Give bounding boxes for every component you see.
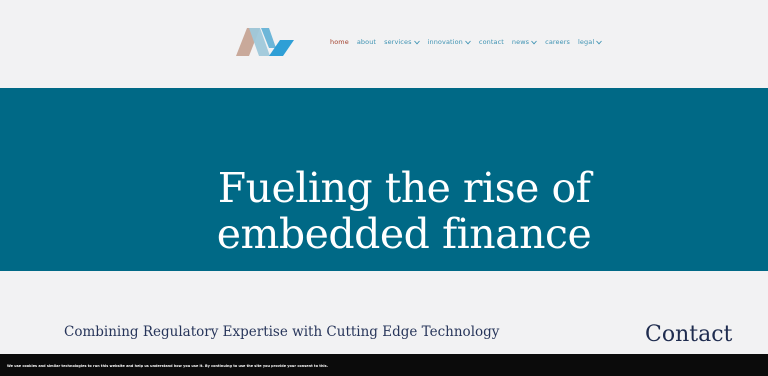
nav-item-careers[interactable]: careers	[545, 38, 570, 46]
nav-item-label: legal	[578, 38, 595, 46]
nav-item-home[interactable]: home	[330, 38, 349, 46]
nav-item-label: about	[356, 38, 377, 46]
chevron-down-icon	[465, 40, 471, 45]
chevron-down-icon	[596, 40, 603, 45]
page: home about services innovation contact n…	[0, 0, 768, 376]
main-nav: home about services innovation contact n…	[330, 38, 610, 46]
chevron-down-icon	[531, 40, 537, 45]
nav-item-contact[interactable]: contact	[479, 38, 504, 46]
nav-item-label: careers	[545, 38, 570, 46]
nav-item-services[interactable]: services	[384, 38, 420, 46]
hero-title: Fueling the rise of embedded finance	[0, 165, 768, 257]
nav-item-label: news	[511, 38, 530, 46]
nav-item-innovation[interactable]: innovation	[428, 38, 471, 46]
nav-item-about[interactable]: about	[357, 38, 376, 46]
nav-item-news[interactable]: news	[512, 38, 537, 46]
hero-title-line: embedded finance	[216, 210, 592, 259]
nav-item-label: innovation	[427, 38, 463, 46]
hero-title-line: Fueling the rise of	[217, 164, 591, 213]
hero-banner: Fueling the rise of embedded finance	[0, 88, 768, 271]
section-tagline: Combining Regulatory Expertise with Cutt…	[64, 324, 500, 340]
brand-logo-icon[interactable]	[236, 28, 296, 58]
nav-item-label: services	[384, 38, 412, 46]
nav-item-label: home	[330, 38, 349, 46]
nav-item-label: contact	[478, 38, 504, 46]
cookie-banner: We use cookies and similar technologies …	[0, 354, 768, 376]
site-header: home about services innovation contact n…	[0, 0, 768, 88]
chevron-down-icon	[413, 40, 420, 45]
nav-item-legal[interactable]: legal	[578, 38, 603, 46]
cookie-notice-text: We use cookies and similar technologies …	[7, 364, 329, 368]
contact-heading: Contact	[645, 322, 733, 347]
